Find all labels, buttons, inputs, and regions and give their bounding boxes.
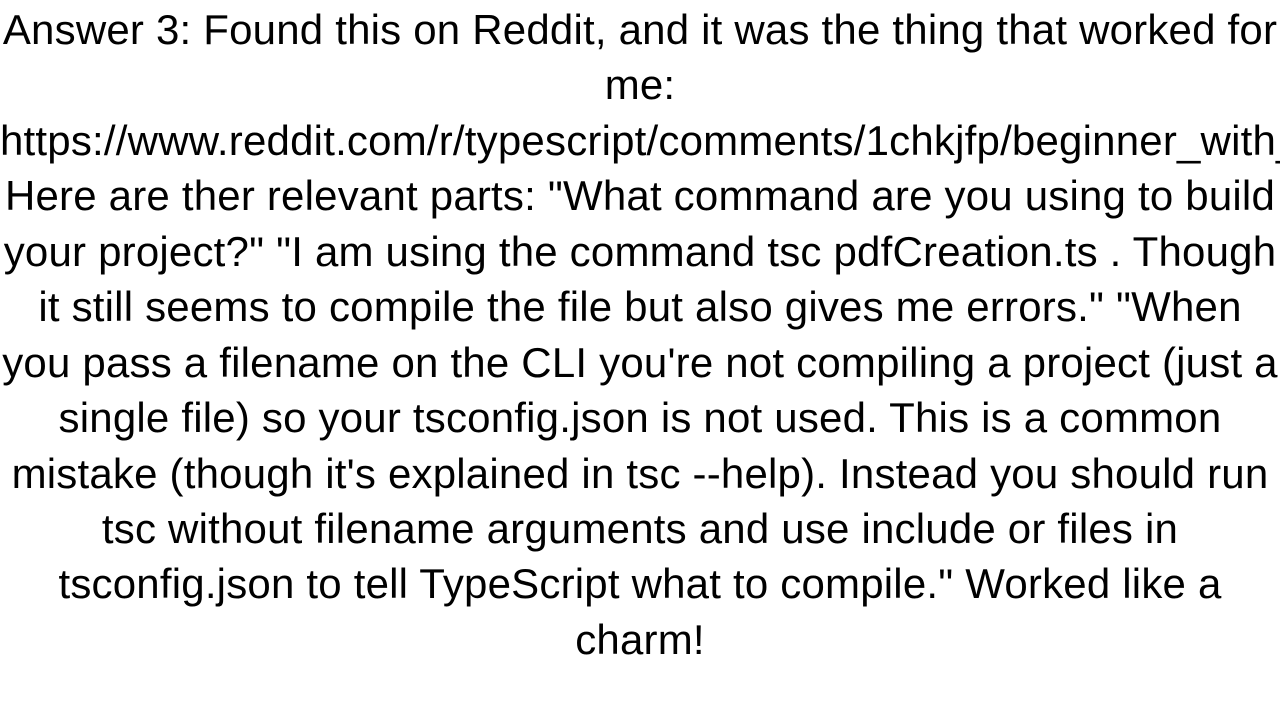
answer-block: Answer 3: Found this on Reddit, and it w… — [0, 0, 1280, 667]
answer-intro: Found this on Reddit, and it was the thi… — [203, 6, 1277, 108]
answer-url: https://www.reddit.com/r/typescript/comm… — [0, 117, 1280, 164]
answer-quote-3: "When you pass a filename on the CLI you… — [2, 283, 1278, 607]
answer-label: Answer 3: — [3, 6, 192, 53]
answer-bridge: Here are ther relevant parts: — [5, 172, 536, 219]
